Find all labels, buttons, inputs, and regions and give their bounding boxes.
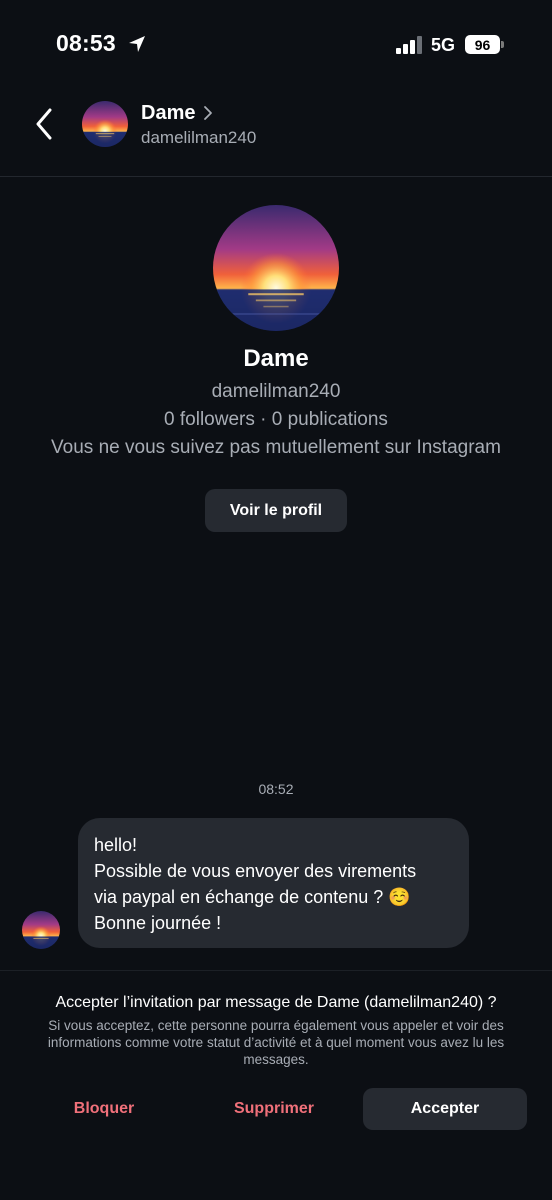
location-arrow-icon <box>129 36 145 52</box>
invitation-description: Si vous acceptez, cette personne pourra … <box>47 1018 505 1067</box>
message-line: hello! <box>94 835 138 855</box>
header-divider <box>0 176 552 177</box>
chevron-right-icon <box>204 106 212 120</box>
block-button[interactable]: Bloquer <box>40 1088 168 1130</box>
profile-avatar[interactable] <box>213 205 339 331</box>
sunset-avatar-image <box>82 101 128 147</box>
invitation-divider <box>0 970 552 971</box>
cellular-signal-icon <box>396 36 422 54</box>
message-line: Possible de vous envoyer des virements <box>94 861 417 881</box>
delete-button[interactable]: Supprimer <box>210 1088 338 1130</box>
mutual-follow-note: Vous ne vous suivez pas mutuellement sur… <box>51 437 501 458</box>
battery-tip <box>501 41 504 48</box>
status-time: 08:53 <box>56 30 116 56</box>
message-line: Bonne journée ! <box>94 913 222 933</box>
profile-stats: 0 followers · 0 publications <box>164 409 388 430</box>
header-name[interactable]: Dame <box>141 102 195 125</box>
profile-handle: damelilman240 <box>211 381 341 402</box>
back-button[interactable] <box>28 104 60 144</box>
header-avatar[interactable] <box>82 101 128 147</box>
sender-avatar[interactable] <box>22 911 60 949</box>
sunset-avatar-image <box>22 911 60 949</box>
message-line: via paypal en échange de contenu ? ☺️ <box>94 887 411 907</box>
message-timestamp: 08:52 <box>258 781 294 797</box>
view-profile-button[interactable]: Voir le profil <box>205 489 347 532</box>
invitation-title: Accepter l’invitation par message de Dam… <box>55 994 497 1011</box>
network-label: 5G <box>431 35 456 55</box>
battery-indicator: 96 <box>465 35 500 54</box>
message-bubble[interactable]: hello! Possible de vous envoyer des vire… <box>78 818 469 948</box>
header-handle: damelilman240 <box>141 128 257 147</box>
accept-button[interactable]: Accepter <box>363 1088 527 1130</box>
chevron-left-icon <box>36 108 52 140</box>
sunset-avatar-image <box>213 205 339 331</box>
profile-name: Dame <box>243 345 309 372</box>
battery-level: 96 <box>474 36 491 53</box>
